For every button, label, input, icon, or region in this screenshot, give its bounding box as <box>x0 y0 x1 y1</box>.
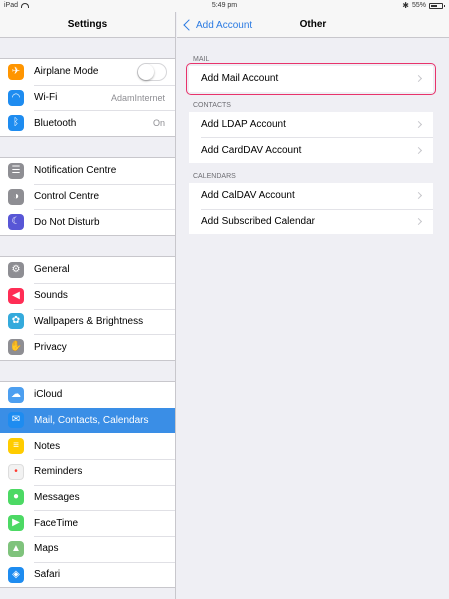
settings-row-airplane-mode[interactable]: ✈ Airplane Mode <box>0 59 175 85</box>
settings-row-label: Notes <box>34 440 61 452</box>
detail-row-add-subscribed-calendar[interactable]: Add Subscribed Calendar <box>189 208 433 235</box>
settings-row-reminders[interactable]: • Reminders <box>0 459 175 485</box>
battery-icon <box>429 2 445 9</box>
status-bar: iPad 5:49 pm ✱ 55% <box>0 0 449 12</box>
settings-row-messages[interactable]: ● Messages <box>0 485 175 511</box>
settings-group: ☁ iCloud ✉ Mail, Contacts, Calendars ≡ Notes •… <box>0 380 175 589</box>
detail-group: Add Mail Account <box>186 63 436 95</box>
facetime-icon: ▶ <box>8 515 24 532</box>
gear-icon: ⚙ <box>8 261 24 278</box>
detail-pane: Add Account Other MAIL Add Mail Account CO… <box>177 12 449 599</box>
settings-row-privacy[interactable]: ✋ Privacy <box>0 334 175 360</box>
settings-row-notes[interactable]: ≡ Notes <box>0 433 175 459</box>
settings-sidebar: Settings ✈ Airplane Mode ◠ Wi-Fi AdamInterne… <box>0 12 176 599</box>
chevron-right-icon <box>414 218 423 226</box>
settings-group: ⚙ General ◀ Sounds ✿ Wallpapers & Brightness ✋… <box>0 256 175 361</box>
control-centre-icon: ◑ <box>8 188 24 205</box>
settings-row-label: Control Centre <box>34 191 175 202</box>
bluetooth-status-icon: ✱ <box>402 1 409 10</box>
safari-icon: ◈ <box>8 566 24 583</box>
detail-group: Add CalDAV Account Add Subscribed Calenda… <box>189 183 433 235</box>
settings-group: ☰ Notification Centre ◑ Control Centre ☾ Do N… <box>0 157 175 237</box>
detail-row-add-mail-account[interactable]: Add Mail Account <box>186 63 436 95</box>
detail-row-add-ldap-account[interactable]: Add LDAP Account <box>189 112 433 138</box>
settings-row-mail-contacts-calendars[interactable]: ✉ Mail, Contacts, Calendars <box>0 407 175 434</box>
notification-centre-icon: ☰ <box>8 162 24 179</box>
detail-row-label: Add Mail Account <box>201 73 279 85</box>
chevron-right-icon <box>414 75 423 83</box>
notes-icon: ≡ <box>8 438 24 455</box>
settings-row-control-centre[interactable]: ◑ Control Centre <box>0 184 175 210</box>
settings-row-label: Mail, Contacts, Calendars <box>34 414 149 426</box>
bluetooth-icon: ᛒ <box>8 115 24 132</box>
settings-title: Settings <box>0 12 175 38</box>
settings-row-value: AdamInternet <box>110 92 165 103</box>
detail-group: Add LDAP Account Add CardDAV Account <box>189 111 433 164</box>
settings-row-sounds[interactable]: ◀ Sounds <box>0 283 175 309</box>
settings-row-label: Do Not Disturb <box>34 217 175 228</box>
icloud-icon: ☁ <box>8 386 24 403</box>
airplane-icon: ✈ <box>8 63 24 80</box>
battery-percent: 55% <box>411 2 426 9</box>
chevron-right-icon <box>414 146 423 154</box>
settings-row-facetime[interactable]: ▶ FaceTime <box>0 510 175 536</box>
airplane-mode-toggle[interactable] <box>137 62 167 81</box>
settings-row-label: FaceTime <box>34 518 175 529</box>
settings-row-notification-centre[interactable]: ☰ Notification Centre <box>0 158 175 184</box>
reminders-icon: • <box>8 463 24 480</box>
settings-row-label: Wallpapers & Brightness <box>34 316 175 327</box>
detail-navbar: Add Account Other <box>177 12 449 38</box>
settings-row-label: Messages <box>34 492 175 503</box>
section-header: CALENDARS <box>193 173 236 181</box>
detail-sections: MAIL Add Mail Account CONTACTS Add LDAP Acc… <box>177 56 449 235</box>
settings-groups: ✈ Airplane Mode ◠ Wi-Fi AdamInternet ᛒ Bluetoo… <box>0 58 175 589</box>
settings-row-label: Airplane Mode <box>34 66 99 78</box>
hand-icon: ✋ <box>8 339 24 356</box>
settings-row-icloud[interactable]: ☁ iCloud <box>0 382 175 408</box>
settings-row-label: iCloud <box>34 389 63 401</box>
chevron-right-icon <box>414 120 423 129</box>
settings-row-label: Sounds <box>34 290 175 301</box>
settings-row-do-not-disturb[interactable]: ☾ Do Not Disturb <box>0 209 175 235</box>
section-header: CONTACTS <box>193 101 231 109</box>
wallpaper-icon: ✿ <box>8 313 24 330</box>
detail-row-label: Add Subscribed Calendar <box>201 216 315 228</box>
settings-row-value: On <box>152 118 165 129</box>
detail-row-label: Add LDAP Account <box>201 119 286 131</box>
detail-row-add-caldav-account[interactable]: Add CalDAV Account <box>189 183 433 209</box>
speaker-icon: ◀ <box>8 287 24 304</box>
detail-row-label: Add CalDAV Account <box>201 190 295 202</box>
maps-icon: ▲ <box>8 540 24 557</box>
settings-row-maps[interactable]: ▲ Maps <box>0 536 175 562</box>
settings-row-general[interactable]: ⚙ General <box>0 257 175 283</box>
battery-level <box>431 4 437 7</box>
settings-row-label: Safari <box>34 569 175 580</box>
chevron-right-icon <box>414 192 423 200</box>
moon-icon: ☾ <box>8 214 24 231</box>
mail-icon: ✉ <box>8 412 24 429</box>
settings-row-safari[interactable]: ◈ Safari <box>0 562 175 588</box>
detail-row-label: Add CardDAV Account <box>201 144 302 156</box>
toggle-knob <box>138 63 154 80</box>
settings-row-label: Wi-Fi <box>34 92 111 103</box>
messages-icon: ● <box>8 489 24 506</box>
settings-row-label: Reminders <box>34 466 175 477</box>
settings-row-wi-fi[interactable]: ◠ Wi-Fi AdamInternet <box>0 85 175 111</box>
status-time: 5:49 pm <box>211 2 238 9</box>
detail-row-add-carddav-account[interactable]: Add CardDAV Account <box>189 137 433 163</box>
settings-row-bluetooth[interactable]: ᛒ Bluetooth On <box>0 110 175 136</box>
settings-group: ✈ Airplane Mode ◠ Wi-Fi AdamInternet ᛒ Bluetoo… <box>0 58 175 138</box>
settings-row-label: Maps <box>34 543 175 554</box>
wifi-icon: ◠ <box>8 89 24 106</box>
settings-row-wallpapers-brightness[interactable]: ✿ Wallpapers & Brightness <box>0 309 175 335</box>
status-right: ✱ 55% <box>402 1 445 10</box>
section-header: MAIL <box>193 56 210 63</box>
detail-title: Other <box>299 19 327 30</box>
settings-row-label: Privacy <box>34 342 175 353</box>
settings-row-label: Bluetooth <box>34 118 153 129</box>
settings-row-label: Notification Centre <box>34 165 117 177</box>
settings-row-label: General <box>34 264 70 276</box>
